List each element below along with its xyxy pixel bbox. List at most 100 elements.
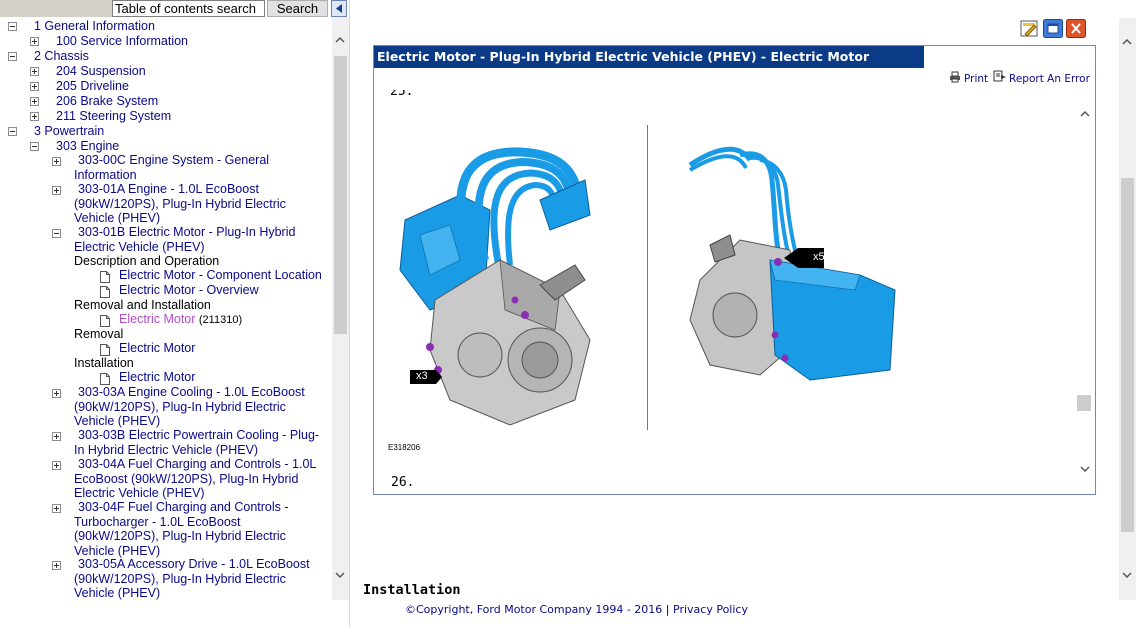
installation-heading: Installation bbox=[363, 582, 461, 598]
plus-box-icon[interactable] bbox=[52, 432, 61, 441]
minus-box-icon[interactable] bbox=[8, 22, 17, 31]
toc-item-chassis[interactable]: 2 Chassis bbox=[34, 49, 89, 64]
figure-id: E318206 bbox=[388, 443, 421, 452]
toc-line: Vehicle (PHEV) bbox=[74, 543, 161, 558]
toc-item-general-information[interactable]: 1 General Information bbox=[34, 19, 155, 34]
toc-item-brake-system[interactable]: 206 Brake System bbox=[56, 94, 158, 109]
plus-box-icon[interactable] bbox=[52, 186, 61, 195]
toc-line: Vehicle (PHEV) bbox=[74, 211, 161, 225]
scroll-up-icon[interactable] bbox=[1121, 36, 1133, 48]
scroll-up-icon[interactable] bbox=[1079, 108, 1091, 120]
toc-item-powertrain[interactable]: 3 Powertrain bbox=[34, 124, 104, 139]
search-bar-background bbox=[0, 0, 112, 17]
toc-heading-description-operation: Description and Operation bbox=[74, 254, 220, 268]
procedure-scroll-thumb[interactable] bbox=[1077, 395, 1091, 411]
toc-item-overview[interactable]: Electric Motor - Overview bbox=[119, 283, 259, 298]
plus-box-icon[interactable] bbox=[30, 97, 39, 106]
close-icon[interactable] bbox=[1066, 19, 1086, 38]
callout-x3: x3 bbox=[416, 370, 428, 382]
toc-item-driveline[interactable]: 205 Driveline bbox=[56, 79, 129, 94]
toc-line: EcoBoost (90kW/120PS), Plug-In Hybrid bbox=[74, 471, 299, 486]
document-icon bbox=[100, 315, 110, 327]
footer-separator: | bbox=[665, 603, 670, 616]
toc-line: 303-01A Engine - 1.0L EcoBoost bbox=[78, 182, 259, 196]
privacy-policy-link[interactable]: Privacy Policy bbox=[673, 603, 748, 616]
maximize-icon[interactable] bbox=[1043, 19, 1063, 38]
plus-box-icon[interactable] bbox=[52, 561, 61, 570]
scroll-down-icon[interactable] bbox=[1121, 569, 1133, 581]
toc-item-accessory-drive[interactable]: 303-05A Accessory Drive - 1.0L EcoBoost … bbox=[74, 557, 310, 600]
toc-line: 303-03B Electric Powertrain Cooling - Pl… bbox=[78, 428, 320, 442]
report-icon[interactable] bbox=[993, 70, 1007, 83]
toc-item-electric-motor-current[interactable]: Electric Motor (211310) bbox=[119, 312, 242, 327]
toc-line: 303-05A Accessory Drive - 1.0L EcoBoost bbox=[78, 557, 310, 571]
toc-item-engine[interactable]: 303 Engine bbox=[56, 139, 119, 154]
footer: ©Copyright, Ford Motor Company 1994 - 20… bbox=[405, 603, 748, 616]
plus-box-icon[interactable] bbox=[52, 461, 61, 470]
procedure-scroll-area: 25. x3 x5 E318206 26. bbox=[375, 90, 1094, 493]
scroll-down-icon[interactable] bbox=[1079, 463, 1091, 475]
toc-item-removal-electric-motor[interactable]: Electric Motor bbox=[119, 341, 195, 356]
toc-item-installation-electric-motor[interactable]: Electric Motor bbox=[119, 370, 195, 385]
minus-box-icon[interactable] bbox=[8, 52, 17, 61]
plus-box-icon[interactable] bbox=[30, 112, 39, 121]
toc-line: 303-01B Electric Motor - Plug-In Hybrid bbox=[78, 225, 296, 239]
content-frame: Electric Motor - Plug-In Hybrid Electric… bbox=[373, 45, 1096, 495]
scroll-up-icon[interactable] bbox=[334, 34, 346, 46]
plus-box-icon[interactable] bbox=[30, 37, 39, 46]
toc-item-component-location[interactable]: Electric Motor - Component Location bbox=[119, 268, 322, 283]
collapse-left-icon[interactable] bbox=[331, 0, 347, 17]
minus-box-icon[interactable] bbox=[30, 142, 39, 151]
toc-line: Electric Vehicle (PHEV) bbox=[74, 486, 205, 500]
toc-item-powertrain-cooling[interactable]: 303-03B Electric Powertrain Cooling - Pl… bbox=[74, 428, 319, 457]
toc-heading-installation: Installation bbox=[74, 356, 134, 370]
toc-current-code: (211310) bbox=[198, 314, 243, 326]
toc-line: (90kW/120PS), Plug-In Hybrid Electric bbox=[74, 399, 286, 414]
plus-box-icon[interactable] bbox=[52, 504, 61, 513]
toc-item-fuel-charging[interactable]: 303-04A Fuel Charging and Controls - 1.0… bbox=[74, 457, 316, 501]
toc-pane: Search 1 General Information 100 Service… bbox=[0, 0, 349, 627]
document-icon bbox=[100, 286, 110, 298]
toc-line: (90kW/120PS), Plug-In Hybrid Electric bbox=[74, 529, 286, 543]
plus-box-icon[interactable] bbox=[52, 157, 61, 166]
toc-line: (90kW/120PS), Plug-In Hybrid Electric bbox=[74, 196, 286, 211]
toc-heading-removal-installation: Removal and Installation bbox=[74, 298, 211, 312]
page-scroll-thumb[interactable] bbox=[1121, 178, 1134, 532]
toc-current-label: Electric Motor bbox=[119, 312, 196, 326]
toc-line: 303-04A Fuel Charging and Controls - 1.0… bbox=[78, 457, 317, 471]
copyright-text: ©Copyright, Ford Motor Company 1994 - 20… bbox=[405, 603, 663, 616]
toc-scroll-thumb[interactable] bbox=[334, 56, 347, 334]
toc-item-engine-system-general[interactable]: 303-00C Engine System - General Informat… bbox=[74, 153, 269, 182]
plus-box-icon[interactable] bbox=[30, 67, 39, 76]
procedure-scrollbar[interactable] bbox=[1076, 90, 1094, 493]
print-icon[interactable] bbox=[949, 71, 961, 83]
plus-box-icon[interactable] bbox=[30, 82, 39, 91]
toc-heading-removal: Removal bbox=[74, 327, 124, 341]
motor-illustration-left bbox=[399, 147, 591, 426]
toc-line: Information bbox=[74, 167, 137, 182]
minus-box-icon[interactable] bbox=[52, 229, 61, 238]
toc-search-bar: Search bbox=[0, 0, 349, 17]
step-number-26: 26. bbox=[391, 475, 415, 490]
pane-splitter[interactable] bbox=[349, 0, 357, 627]
plus-box-icon[interactable] bbox=[52, 389, 61, 398]
scroll-down-icon[interactable] bbox=[334, 569, 346, 581]
toc-line: 303-00C Engine System - General bbox=[78, 153, 270, 167]
page-title: Electric Motor - Plug-In Hybrid Electric… bbox=[374, 46, 924, 68]
toc-item-suspension[interactable]: 204 Suspension bbox=[56, 64, 146, 79]
minus-box-icon[interactable] bbox=[8, 127, 17, 136]
toc-item-service-information[interactable]: 100 Service Information bbox=[56, 34, 188, 49]
toc-search-input[interactable] bbox=[112, 0, 265, 17]
toc-item-electric-motor-section[interactable]: 303-01B Electric Motor - Plug-In Hybrid … bbox=[74, 225, 295, 254]
toc-line: Turbocharger - 1.0L EcoBoost bbox=[74, 514, 241, 529]
print-link[interactable]: Print bbox=[964, 73, 988, 85]
toc-item-engine-cooling[interactable]: 303-03A Engine Cooling - 1.0L EcoBoost (… bbox=[74, 385, 305, 429]
toc-item-engine-1-0l[interactable]: 303-01A Engine - 1.0L EcoBoost (90kW/120… bbox=[74, 182, 286, 226]
report-error-link[interactable]: Report An Error bbox=[1009, 73, 1090, 85]
figure-divider bbox=[647, 125, 648, 430]
search-button[interactable]: Search bbox=[267, 0, 328, 17]
edit-icon[interactable] bbox=[1020, 19, 1040, 38]
toc-item-turbocharger[interactable]: 303-04F Fuel Charging and Controls - Tur… bbox=[74, 500, 289, 558]
document-icon bbox=[100, 373, 110, 385]
toc-item-steering-system[interactable]: 211 Steering System bbox=[56, 109, 171, 124]
